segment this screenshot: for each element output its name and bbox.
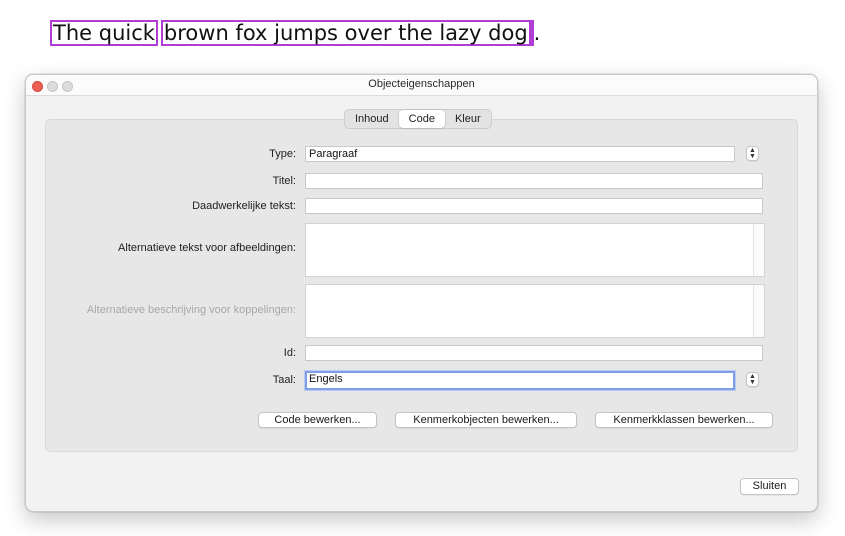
type-label: Type: — [269, 148, 296, 160]
title-label: Titel: — [272, 175, 296, 187]
alt-description-label: Alternatieve beschrijving voor koppeling… — [86, 304, 296, 316]
type-select[interactable]: Paragraaf — [305, 146, 735, 162]
edit-code-button[interactable]: Code bewerken... — [258, 412, 377, 428]
document-text-line: The quick brown fox jumps over the lazy d… — [50, 20, 540, 48]
updown-chevron-icon: ▲ ▼ — [749, 147, 756, 160]
alt-description-area[interactable] — [305, 284, 765, 338]
updown-chevron-icon: ▲ ▼ — [749, 373, 756, 386]
tab-inhoud[interactable]: Inhoud — [345, 110, 399, 128]
highlighted-text-1: The quick — [53, 21, 155, 45]
alt-description-scrollbar[interactable] — [753, 285, 764, 337]
language-select[interactable]: Engels — [305, 371, 735, 390]
id-label: Id: — [283, 347, 296, 359]
actual-text-label: Daadwerkelijke tekst: — [192, 200, 296, 212]
tab-bar: Inhoud Code Kleur — [344, 109, 492, 129]
title-field[interactable] — [305, 173, 763, 189]
alt-text-label: Alternatieve tekst voor afbeeldingen: — [118, 242, 296, 254]
tab-kleur[interactable]: Kleur — [445, 110, 491, 128]
window-title: Objecteigenschappen — [368, 78, 475, 90]
language-label: Taal: — [272, 374, 296, 386]
highlight-box-1: The quick — [50, 20, 158, 46]
type-select-arrows[interactable]: ▲ ▼ — [746, 146, 759, 161]
title-bar: Objecteigenschappen — [26, 75, 817, 96]
edit-attribute-objects-button[interactable]: Kenmerkobjecten bewerken... — [395, 412, 577, 428]
highlighted-text-2: brown fox jumps over the lazy dog — [163, 21, 528, 45]
edit-attribute-classes-button[interactable]: Kenmerkklassen bewerken... — [595, 412, 773, 428]
language-select-arrows[interactable]: ▲ ▼ — [746, 372, 759, 387]
highlight-box-2: brown fox jumps over the lazy dog — [160, 20, 534, 46]
actual-text-field[interactable] — [305, 198, 763, 214]
alt-text-scrollbar[interactable] — [753, 224, 764, 276]
tab-code[interactable]: Code — [398, 110, 445, 128]
object-properties-window: Objecteigenschappen Inhoud Code Kleur Ty… — [25, 74, 818, 512]
close-button[interactable]: Sluiten — [740, 478, 799, 495]
sentence-punctuation: . — [533, 21, 541, 45]
alt-text-area[interactable] — [305, 223, 765, 277]
id-field[interactable] — [305, 345, 763, 361]
